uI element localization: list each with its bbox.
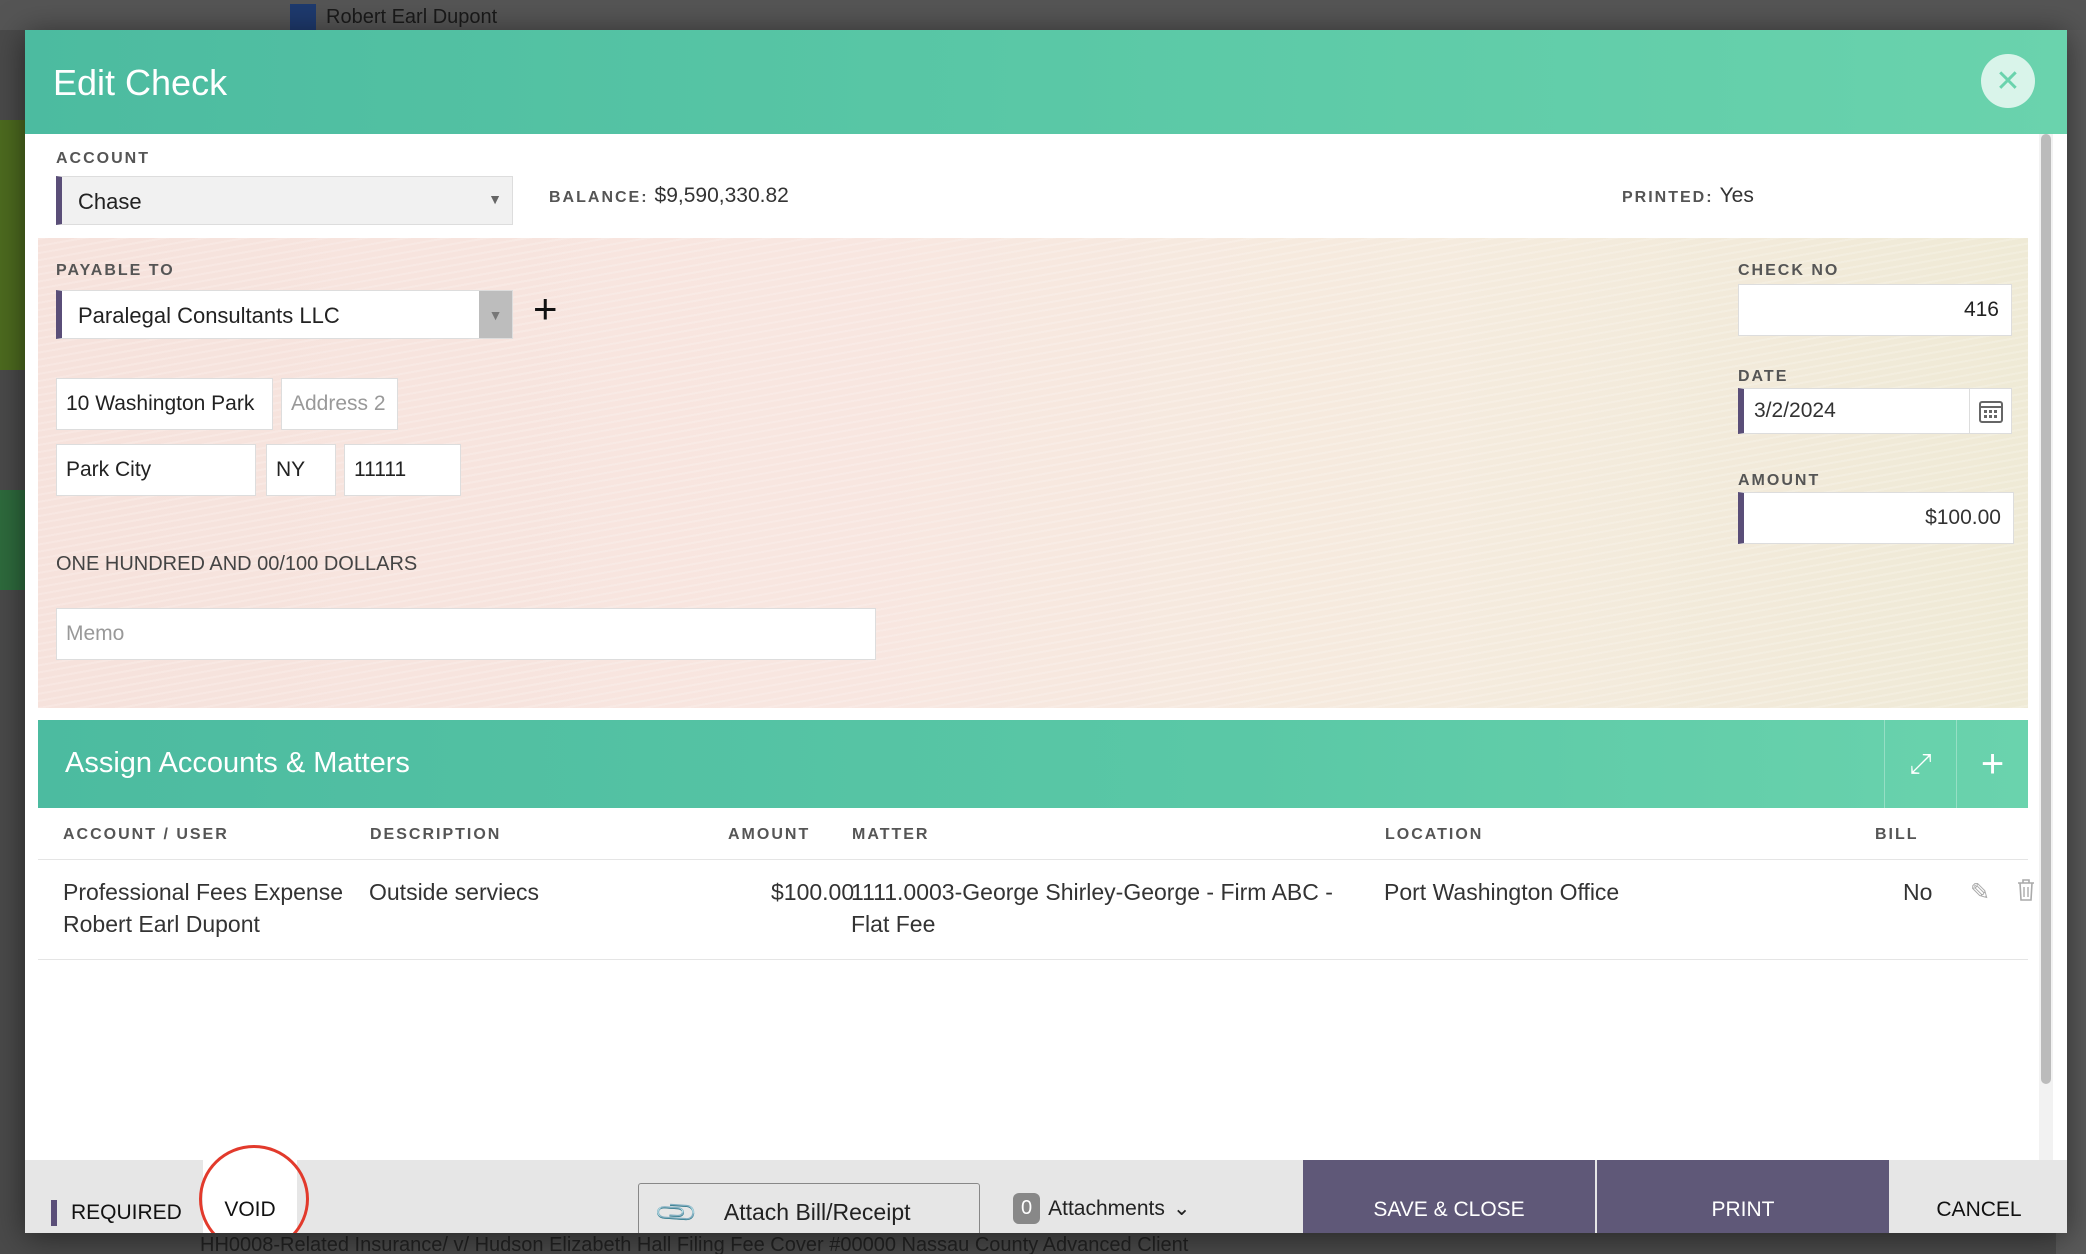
row-amount: $100.00 [771,879,855,905]
attachments-count-badge: 0 [1013,1193,1041,1224]
column-header-description: DESCRIPTION [370,826,502,843]
background-user-name: Robert Earl Dupont [326,5,498,28]
attach-bill-label: Attach Bill/Receipt [723,1198,911,1225]
void-button[interactable]: VOID [203,1160,297,1233]
trash-icon[interactable] [2016,878,2036,909]
payable-to-label: PAYABLE TO [56,262,175,279]
attachments-dropdown[interactable]: 0 Attachments ⌄ [1013,1193,1190,1224]
row-user: Robert Earl Dupont [63,911,260,937]
background-user: Robert Earl Dupont [290,4,497,30]
date-value: 3/2/2024 [1754,399,1836,422]
balance-label: BALANCE: [549,189,649,206]
chevron-down-icon: ⌄ [1172,1197,1191,1220]
check-no-field[interactable]: 416 [1738,284,2012,336]
row-bill: No [1903,879,1933,905]
amount-label: AMOUNT [1738,472,1821,489]
column-header-location: LOCATION [1385,826,1484,843]
assign-section-title: Assign Accounts & Matters [65,747,410,779]
address1-field[interactable]: 10 Washington Park [56,378,273,430]
printed-value: Yes [1719,184,1754,207]
row-matter-line2: Flat Fee [851,911,936,937]
balance: BALANCE: $9,590,330.82 [549,184,789,208]
column-header-matter: MATTER [852,826,930,843]
row-matter-cell: 1111.0003-George Shirley-George - Firm A… [851,876,1333,940]
row-description: Outside serviecs [369,879,540,905]
column-header-bill: BILL [1875,826,1919,843]
column-header-amount: AMOUNT [728,826,811,843]
chevron-down-icon: ▼ [488,191,502,207]
table-header: ACCOUNT / USER DESCRIPTION AMOUNT MATTER… [38,808,2028,860]
add-payee-button[interactable]: + [533,288,558,330]
payable-to-value: Paralegal Consultants LLC [78,303,340,328]
assign-section-header: Assign Accounts & Matters ⤢ + [38,720,2028,808]
column-header-account: ACCOUNT / USER [63,826,229,843]
background-table-row: HH0008-Related Insurance/ v/ Hudson Eliz… [200,1234,1189,1254]
table-row[interactable]: Professional Fees Expense Robert Earl Du… [38,860,2034,960]
row-matter-line1: 1111.0003-George Shirley-George - Firm A… [851,879,1333,905]
check-area: PAYABLE TO Paralegal Consultants LLC ▼ +… [38,238,2028,708]
plus-icon: + [1980,741,2005,786]
modal-footer: REQUIRED VOID 📎 Attach Bill/Receipt 0 At… [25,1145,2067,1233]
printed-label: PRINTED: [1622,189,1714,206]
attachments-label: Attachments [1048,1196,1165,1220]
zip-field[interactable]: 11111 [344,444,461,496]
modal-title: Edit Check [53,62,228,103]
required-legend: REQUIRED [51,1200,182,1226]
address2-field[interactable]: Address 2 [281,378,398,430]
vertical-scrollbar[interactable] [2039,134,2053,1160]
calendar-icon[interactable] [1969,389,2011,433]
balance-value: $9,590,330.82 [654,184,789,207]
required-label: REQUIRED [71,1201,182,1224]
row-account-cell: Professional Fees Expense Robert Earl Du… [63,876,343,940]
account-select[interactable]: Chase ▼ [56,176,513,225]
assign-table: ACCOUNT / USER DESCRIPTION AMOUNT MATTER… [38,808,2034,960]
paperclip-icon: 📎 [653,1188,700,1233]
modal-body: ACCOUNT Chase ▼ BALANCE: $9,590,330.82 PR… [25,134,2067,1160]
edit-icon[interactable]: ✎ [1970,878,1990,907]
check-no-label: CHECK NO [1738,262,1840,279]
required-marker [51,1200,57,1226]
modal-header: Edit Check ✕ [25,30,2067,134]
date-field[interactable]: 3/2/2024 [1738,388,2012,434]
attach-bill-button[interactable]: 📎 Attach Bill/Receipt [638,1183,980,1233]
amount-in-words: ONE HUNDRED AND 00/100 DOLLARS [56,553,418,575]
expand-button[interactable]: ⤢ [1884,720,1956,808]
plus-icon: + [533,285,558,332]
cancel-button[interactable]: CANCEL [1891,1160,2067,1233]
row-location: Port Washington Office [1384,879,1620,905]
scrollbar-thumb[interactable] [2041,134,2051,1084]
printed-status: PRINTED: Yes [1622,184,1754,208]
memo-field[interactable]: Memo [56,608,876,660]
city-field[interactable]: Park City [56,444,256,496]
save-close-button[interactable]: SAVE & CLOSE [1303,1160,1595,1233]
account-label: ACCOUNT [56,150,150,167]
amount-field[interactable]: $100.00 [1738,492,2014,544]
chevron-down-icon[interactable]: ▼ [479,291,512,338]
payable-to-select[interactable]: Paralegal Consultants LLC ▼ [56,290,513,339]
state-field[interactable]: NY [266,444,336,496]
account-value: Chase [78,189,142,214]
date-label: DATE [1738,368,1789,385]
expand-icon: ⤢ [1909,747,1932,779]
close-button[interactable]: ✕ [1981,54,2035,108]
print-button[interactable]: PRINT [1597,1160,1889,1233]
user-color-swatch [290,4,316,30]
add-split-button[interactable]: + [1956,720,2028,808]
close-icon: ✕ [1995,64,2021,98]
edit-check-modal: Edit Check ✕ ACCOUNT Chase ▼ BALANCE: $9,… [25,30,2067,1233]
row-account: Professional Fees Expense [63,879,343,905]
